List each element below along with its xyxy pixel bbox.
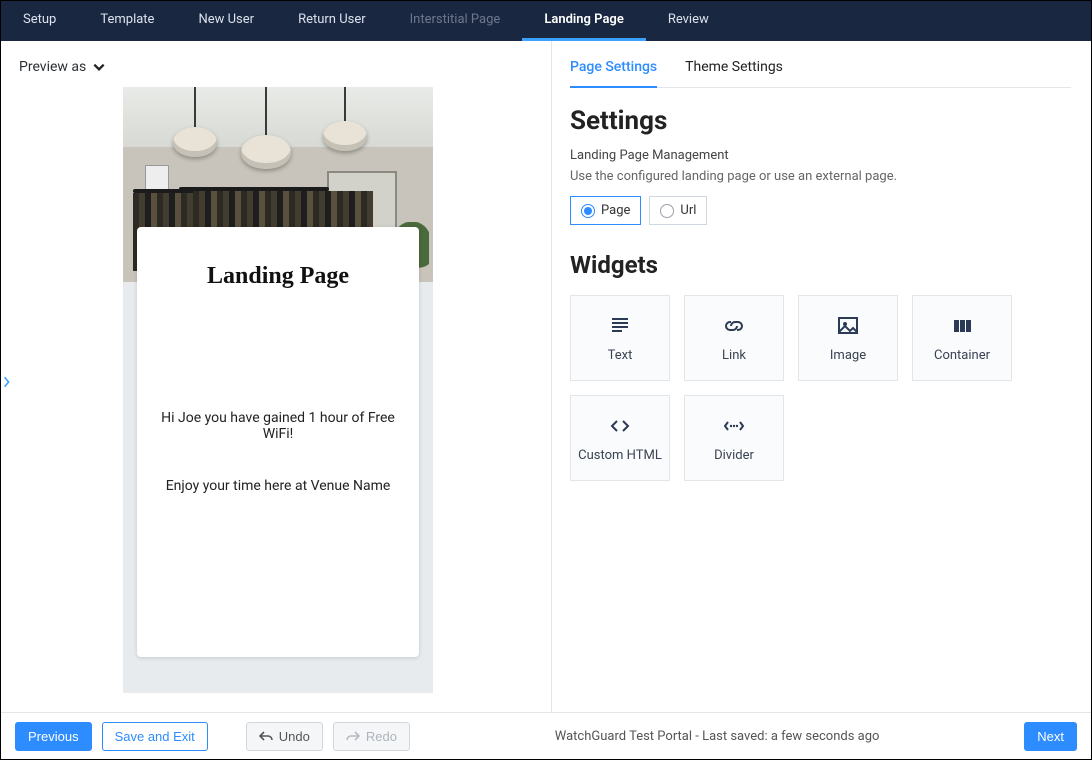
widget-container[interactable]: Container: [912, 295, 1012, 381]
expand-handle[interactable]: [1, 371, 13, 396]
undo-label: Undo: [279, 729, 310, 744]
widget-divider[interactable]: Divider: [684, 395, 784, 481]
tab-page-settings[interactable]: Page Settings: [570, 51, 657, 88]
undo-icon: [259, 730, 273, 742]
redo-label: Redo: [366, 729, 397, 744]
preview-pane: Preview as Landing Page Hi Joe you have …: [1, 41, 551, 712]
top-nav: Setup Template New User Return User Inte…: [1, 1, 1091, 41]
redo-icon: [346, 730, 360, 742]
preview-as-label: Preview as: [19, 59, 86, 75]
link-icon: [720, 314, 748, 338]
widget-text-label: Text: [608, 348, 633, 363]
widget-image[interactable]: Image: [798, 295, 898, 381]
settings-heading: Settings: [570, 106, 1071, 136]
widget-divider-label: Divider: [714, 448, 754, 463]
widget-container-label: Container: [934, 348, 990, 363]
widgets-heading: Widgets: [570, 251, 1071, 279]
redo-button[interactable]: Redo: [333, 722, 410, 751]
radio-url-label: Url: [680, 203, 696, 218]
settings-pane: Page Settings Theme Settings Settings La…: [551, 41, 1091, 712]
footer-bar: Previous Save and Exit Undo Redo WatchGu…: [1, 713, 1091, 759]
page-source-radio-group: Page Url: [570, 196, 1071, 225]
radio-page[interactable]: Page: [570, 196, 641, 225]
nav-setup[interactable]: Setup: [1, 1, 78, 41]
settings-description: Use the configured landing page or use a…: [570, 169, 1071, 184]
nav-return-user[interactable]: Return User: [276, 1, 388, 41]
widget-grid: Text Link Image Container Custom HTML Di…: [570, 295, 1071, 481]
widget-text[interactable]: Text: [570, 295, 670, 381]
preview-title: Landing Page: [151, 263, 405, 290]
preview-msg-2: Enjoy your time here at Venue Name: [151, 478, 405, 494]
widget-link[interactable]: Link: [684, 295, 784, 381]
widget-html-label: Custom HTML: [578, 448, 662, 463]
nav-review[interactable]: Review: [646, 1, 731, 41]
nav-interstitial[interactable]: Interstitial Page: [388, 1, 523, 41]
previous-button[interactable]: Previous: [15, 722, 92, 751]
settings-subheading: Landing Page Management: [570, 148, 1071, 163]
undo-button[interactable]: Undo: [246, 722, 323, 751]
preview-as-dropdown[interactable]: Preview as: [19, 59, 106, 75]
tab-theme-settings[interactable]: Theme Settings: [685, 51, 783, 87]
nav-new-user[interactable]: New User: [176, 1, 276, 41]
divider-icon: [720, 414, 748, 438]
nav-landing-page[interactable]: Landing Page: [522, 1, 646, 41]
widget-link-label: Link: [722, 348, 746, 363]
preview-card: Landing Page Hi Joe you have gained 1 ho…: [137, 227, 419, 657]
save-exit-button[interactable]: Save and Exit: [102, 722, 208, 751]
container-icon: [948, 314, 976, 338]
code-icon: [606, 414, 634, 438]
radio-page-label: Page: [601, 203, 630, 218]
radio-url[interactable]: Url: [649, 196, 707, 225]
widget-custom-html[interactable]: Custom HTML: [570, 395, 670, 481]
radio-dot-icon: [581, 204, 595, 218]
radio-dot-icon: [660, 204, 674, 218]
image-icon: [834, 314, 862, 338]
widget-image-label: Image: [830, 348, 866, 363]
next-button[interactable]: Next: [1024, 722, 1077, 751]
text-icon: [606, 314, 634, 338]
chevron-down-icon: [92, 60, 106, 74]
preview-msg-1: Hi Joe you have gained 1 hour of Free Wi…: [151, 410, 405, 442]
settings-tabs: Page Settings Theme Settings: [570, 51, 1071, 88]
nav-template[interactable]: Template: [78, 1, 176, 41]
phone-preview: Landing Page Hi Joe you have gained 1 ho…: [123, 87, 433, 693]
footer-status: WatchGuard Test Portal - Last saved: a f…: [420, 729, 1014, 744]
